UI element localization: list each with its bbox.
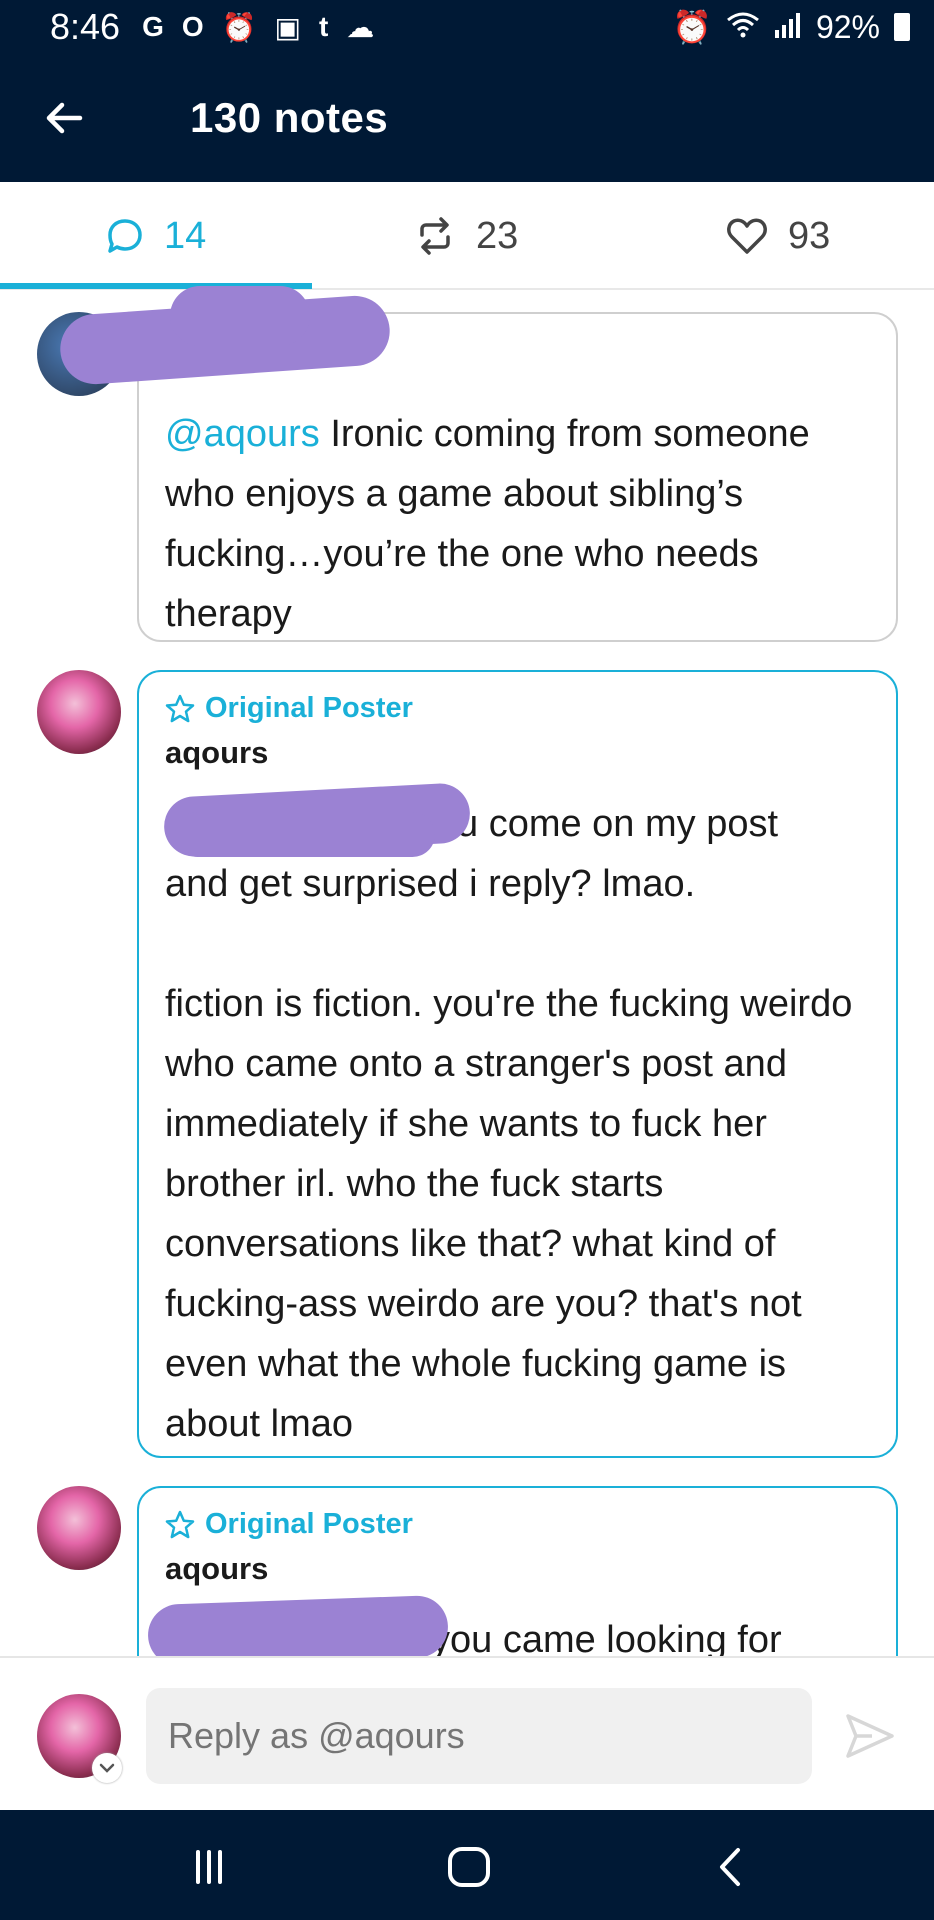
alarm-icon: ⏰ — [672, 9, 712, 45]
replies-count: 14 — [164, 214, 207, 257]
likes-count: 93 — [788, 214, 831, 257]
username[interactable]: aqours — [165, 735, 413, 771]
back-arrow-icon — [46, 102, 83, 134]
battery-icon — [894, 13, 910, 41]
op-label: Original Poster — [205, 692, 413, 724]
mention-link[interactable]: @aqours — [165, 413, 320, 455]
status-bar: 8:46 G O ⏰ ▣ t ☁ ⏰ 92% — [0, 0, 934, 54]
blog-switcher-button[interactable] — [92, 1753, 122, 1783]
page-title: 130 notes — [190, 94, 389, 141]
alarm-clock-icon: ⏰ — [221, 11, 257, 43]
op-label: Original Poster — [205, 1508, 413, 1540]
star-icon — [165, 694, 195, 722]
wifi-icon — [726, 9, 760, 46]
heart-icon — [727, 218, 767, 254]
system-back-button[interactable] — [706, 1842, 756, 1892]
system-icons: ⏰ 92% — [672, 8, 910, 46]
home-button[interactable] — [444, 1842, 494, 1892]
cloud-icon: ☁ — [346, 11, 375, 43]
signal-icon — [774, 9, 802, 46]
reply-input[interactable] — [146, 1688, 812, 1784]
reblog-icon — [420, 217, 450, 255]
opera-icon: O — [181, 11, 204, 42]
tumblr-icon: t — [318, 11, 329, 42]
send-button[interactable] — [842, 1708, 898, 1764]
star-icon — [165, 1510, 195, 1538]
back-button[interactable] — [40, 94, 88, 142]
tab-likes[interactable]: 93 — [726, 182, 830, 290]
reply-text: @aqours Ironic coming from someone who e… — [165, 413, 821, 635]
system-nav-bar — [0, 1810, 934, 1920]
reply-text-first-line: u come on my post — [457, 803, 779, 845]
avatar[interactable] — [37, 1486, 121, 1570]
app-header: 130 notes — [0, 54, 934, 182]
recent-apps-icon — [196, 1850, 222, 1884]
notification-icons: G O ⏰ ▣ t ☁ — [142, 11, 374, 44]
original-poster-badge: Original Poster — [165, 1508, 413, 1541]
reply-bubble-icon — [108, 219, 142, 253]
tab-replies[interactable]: 14 — [106, 182, 206, 290]
gallery-icon: ▣ — [274, 11, 301, 43]
reply-text: and get surprised i reply? lmao. fiction… — [165, 863, 853, 1445]
reply-composer — [0, 1656, 934, 1810]
redaction-scribble — [175, 812, 435, 857]
chevron-down-icon — [99, 1763, 115, 1773]
notes-tabs: 14 23 93 — [0, 182, 934, 290]
send-icon — [846, 1714, 894, 1758]
original-poster-badge: Original Poster — [165, 692, 413, 725]
reblogs-count: 23 — [476, 214, 519, 257]
username[interactable]: aqours — [165, 1551, 413, 1587]
avatar[interactable] — [37, 670, 121, 754]
home-icon — [448, 1847, 490, 1887]
battery-level: 92% — [815, 8, 880, 45]
google-icon: G — [142, 11, 164, 42]
status-time: 8:46 — [50, 6, 121, 47]
recent-apps-button[interactable] — [184, 1842, 234, 1892]
redaction-scribble — [170, 286, 310, 346]
back-chevron-icon — [720, 1848, 740, 1886]
reply-card: Original Poster aqours u come on my post… — [137, 670, 898, 1458]
tab-reblogs[interactable]: 23 — [414, 182, 518, 290]
